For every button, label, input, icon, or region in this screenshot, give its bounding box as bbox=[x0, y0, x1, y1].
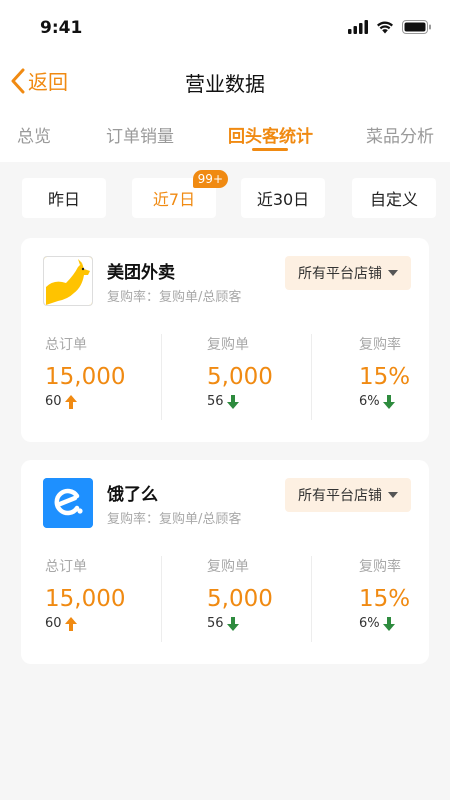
metric-value: 15,000 bbox=[45, 586, 126, 612]
metric-label: 总订单 bbox=[45, 337, 87, 353]
platform-name: 美团外卖 bbox=[107, 263, 175, 283]
metric-value: 5,000 bbox=[207, 364, 273, 390]
arrow-down-icon bbox=[382, 616, 395, 631]
metric-repeat-orders: 复购单 5,000 56 bbox=[207, 556, 337, 631]
arrow-down-icon bbox=[226, 616, 239, 631]
filter-last-7-days[interactable]: 近7日 99+ bbox=[132, 170, 228, 218]
formula-text: 复购率：复购单/总顾客 bbox=[107, 512, 242, 527]
active-tab-indicator bbox=[252, 148, 288, 151]
store-select-dropdown[interactable]: 所有平台店铺 bbox=[285, 478, 411, 512]
arrow-down-icon bbox=[226, 394, 239, 409]
header-area: 9:41 返回 营业数据 总览 订单销量 回头客统计 菜品分析 bbox=[0, 0, 450, 162]
filter-custom-label: 自定义 bbox=[369, 190, 418, 209]
filter-last-30-days[interactable]: 近30日 bbox=[241, 178, 325, 218]
store-select-label: 所有平台店铺 bbox=[298, 488, 382, 504]
metric-value: 15,000 bbox=[45, 364, 126, 390]
tab-bar: 总览 订单销量 回头客统计 菜品分析 bbox=[0, 116, 450, 156]
caret-down-icon bbox=[388, 492, 398, 498]
arrow-down-icon bbox=[382, 394, 395, 409]
navigation-bar: 返回 营业数据 bbox=[0, 58, 450, 104]
metric-change: 56 bbox=[207, 616, 337, 631]
filter-yesterday-label: 昨日 bbox=[47, 190, 80, 209]
metric-label: 复购单 bbox=[207, 559, 249, 575]
status-icons bbox=[348, 20, 432, 34]
metric-change-value: 60 bbox=[45, 616, 62, 631]
tab-repeat-customers[interactable]: 回头客统计 bbox=[228, 122, 313, 147]
divider bbox=[161, 556, 162, 642]
filter-custom[interactable]: 自定义 bbox=[352, 178, 436, 218]
signal-icon bbox=[348, 20, 368, 34]
metric-change-value: 56 bbox=[207, 394, 224, 409]
metric-change-value: 6% bbox=[359, 616, 380, 631]
filter-yesterday[interactable]: 昨日 bbox=[22, 178, 106, 218]
filter-last-30-days-label: 近30日 bbox=[256, 190, 310, 209]
metric-label: 复购率 bbox=[359, 559, 401, 575]
metric-label: 复购单 bbox=[207, 337, 249, 353]
metric-change: 6% bbox=[359, 394, 419, 409]
tab-dish-analysis[interactable]: 菜品分析 bbox=[366, 122, 434, 147]
status-bar: 9:41 bbox=[0, 0, 450, 56]
metric-label: 复购率 bbox=[359, 337, 401, 353]
battery-icon bbox=[402, 20, 431, 34]
platform-name: 饿了么 bbox=[107, 485, 158, 505]
meituan-kangaroo-icon bbox=[43, 256, 93, 306]
date-filter-bar: 昨日 近7日 99+ 近30日 自定义 bbox=[0, 170, 450, 220]
platform-card-meituan: 美团外卖 复购率：复购单/总顾客 所有平台店铺 总订单 15,000 60 复购… bbox=[21, 238, 429, 442]
divider bbox=[311, 334, 312, 420]
metric-change-value: 56 bbox=[207, 616, 224, 631]
store-select-label: 所有平台店铺 bbox=[298, 266, 382, 282]
tab-overview[interactable]: 总览 bbox=[17, 122, 51, 147]
arrow-up-icon bbox=[64, 616, 77, 631]
metric-value: 15% bbox=[359, 586, 411, 612]
platform-card-eleme: 饿了么 复购率：复购单/总顾客 所有平台店铺 总订单 15,000 60 复购单… bbox=[21, 460, 429, 664]
metric-value: 15% bbox=[359, 364, 411, 390]
page-title: 营业数据 bbox=[185, 72, 265, 96]
metric-total-orders: 总订单 15,000 60 bbox=[45, 556, 175, 631]
filter-last-7-days-label: 近7日 bbox=[152, 190, 196, 209]
metric-change: 6% bbox=[359, 616, 419, 631]
metric-change: 60 bbox=[45, 616, 175, 631]
metric-change: 56 bbox=[207, 394, 337, 409]
tab-order-sales[interactable]: 订单销量 bbox=[106, 122, 174, 147]
metric-repurchase-rate: 复购率 15% 6% bbox=[359, 556, 419, 631]
caret-down-icon bbox=[388, 270, 398, 276]
metric-repeat-orders: 复购单 5,000 56 bbox=[207, 334, 337, 409]
metric-change-value: 6% bbox=[359, 394, 380, 409]
status-time: 9:41 bbox=[40, 18, 83, 38]
metric-repurchase-rate: 复购率 15% 6% bbox=[359, 334, 419, 409]
count-badge: 99+ bbox=[192, 170, 228, 188]
formula-text: 复购率：复购单/总顾客 bbox=[107, 290, 242, 305]
wifi-icon bbox=[377, 21, 393, 34]
metric-change-value: 60 bbox=[45, 394, 62, 409]
eleme-icon bbox=[43, 478, 93, 528]
metric-total-orders: 总订单 15,000 60 bbox=[45, 334, 175, 409]
metric-change: 60 bbox=[45, 394, 175, 409]
divider bbox=[311, 556, 312, 642]
metric-label: 总订单 bbox=[45, 559, 87, 575]
store-select-dropdown[interactable]: 所有平台店铺 bbox=[285, 256, 411, 290]
divider bbox=[161, 334, 162, 420]
arrow-up-icon bbox=[64, 394, 77, 409]
metric-value: 5,000 bbox=[207, 586, 273, 612]
